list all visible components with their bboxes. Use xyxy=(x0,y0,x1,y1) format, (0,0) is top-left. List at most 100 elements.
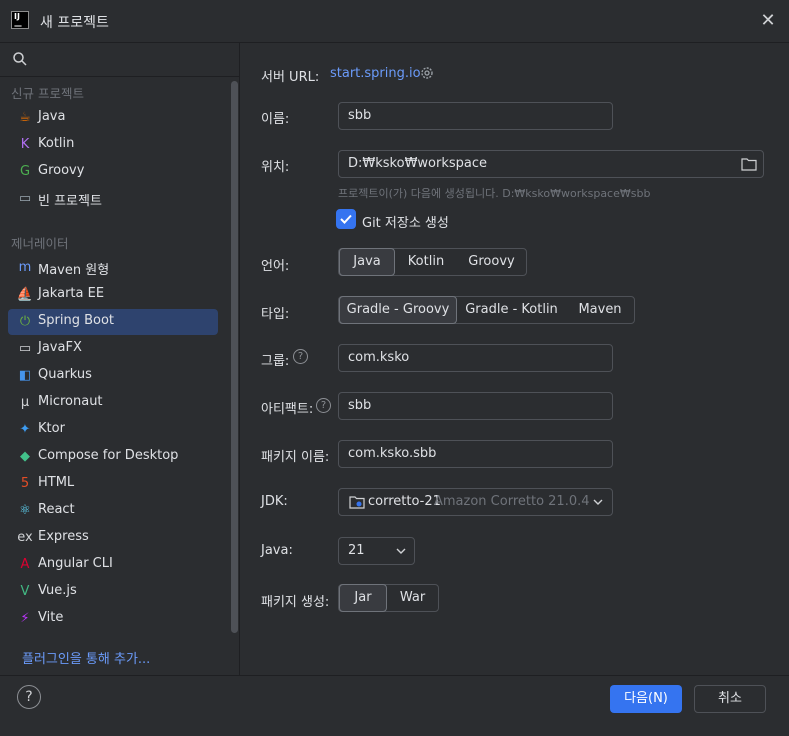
sidebar-item-label: Jakarta EE xyxy=(38,286,105,301)
sidebar-item-vite[interactable]: ⚡ Vite xyxy=(8,606,218,632)
server-url-label: 서버 URL: xyxy=(261,70,320,85)
type-option-maven[interactable]: Maven xyxy=(566,297,634,323)
package-name-value: com.ksko.sbb xyxy=(348,446,437,461)
sidebar-item-express[interactable]: ex Express xyxy=(8,525,218,551)
next-button[interactable]: 다음(N) xyxy=(610,685,682,713)
language-option-java[interactable]: Java xyxy=(339,248,395,276)
sidebar-item-label: Micronaut xyxy=(38,394,103,409)
sidebar-item-react[interactable]: ⚛ React xyxy=(8,498,218,524)
sidebar-scrollbar[interactable] xyxy=(231,81,238,633)
location-value: D:₩ksko₩workspace xyxy=(348,156,488,171)
java-icon: ☕ xyxy=(19,110,31,125)
ktor-icon: ✦ xyxy=(19,422,31,437)
jdk-dropdown[interactable]: corretto-21 Amazon Corretto 21.0.4 xyxy=(338,488,613,516)
sidebar-item-quarkus[interactable]: ◧ Quarkus xyxy=(8,363,218,389)
packaging-option-jar[interactable]: Jar xyxy=(339,584,387,612)
sidebar-search[interactable] xyxy=(0,43,240,77)
kotlin-icon: K xyxy=(20,137,30,152)
react-icon: ⚛ xyxy=(19,503,31,518)
sidebar-item-javafx[interactable]: ▭ JavaFX xyxy=(8,336,218,362)
project-type-sidebar: 신규 프로젝트 ☕ Java K Kotlin G Groovy ▭ 빈 프로젝트 제너레이터… xyxy=(0,43,240,675)
javafx-icon: ▭ xyxy=(18,341,32,356)
java-version-value: 21 xyxy=(348,543,365,558)
jdk-label: JDK: xyxy=(261,494,288,509)
gear-icon[interactable] xyxy=(419,65,435,81)
sidebar-item-kotlin[interactable]: K Kotlin xyxy=(8,132,218,158)
help-button[interactable]: ? xyxy=(17,685,41,709)
sidebar-item-spring-boot[interactable]: ⏻ Spring Boot xyxy=(8,309,218,335)
sidebar-item-label: Vite xyxy=(38,610,64,625)
jdk-value: corretto-21 xyxy=(368,494,441,509)
packaging-option-war[interactable]: War xyxy=(387,585,438,611)
name-label: 이름: xyxy=(261,112,290,127)
java-version-label: Java: xyxy=(261,543,293,558)
artifact-value: sbb xyxy=(348,398,372,413)
sidebar-item-label: React xyxy=(38,502,75,517)
sidebar-item-vue-js[interactable]: V Vue.js xyxy=(8,579,218,605)
jdk-folder-icon xyxy=(349,496,365,509)
vue-icon: V xyxy=(20,584,30,599)
angular-icon: A xyxy=(20,557,30,572)
sidebar-item-jakarta-ee[interactable]: ⛵ Jakarta EE xyxy=(8,282,218,308)
group-value: com.ksko xyxy=(348,350,410,365)
sidebar-item-label: Java xyxy=(38,109,66,124)
name-value: sbb xyxy=(348,108,372,123)
build-type-selector: Gradle - Groovy Gradle - Kotlin Maven xyxy=(338,296,635,324)
title-bar: IJ — 새 프로젝트 ✕ xyxy=(0,0,789,43)
jakarta-icon: ⛵ xyxy=(16,287,34,302)
location-field[interactable]: D:₩ksko₩workspace xyxy=(338,150,764,178)
sidebar-item-[interactable]: ▭ 빈 프로젝트 xyxy=(8,186,218,212)
language-option-groovy[interactable]: Groovy xyxy=(457,249,526,275)
cancel-button[interactable]: 취소 xyxy=(694,685,766,713)
sidebar-item-compose-for-desktop[interactable]: ◆ Compose for Desktop xyxy=(8,444,218,470)
sidebar-item-micronaut[interactable]: μ Micronaut xyxy=(8,390,218,416)
group-help-icon[interactable]: ? xyxy=(293,349,308,364)
intellij-app-icon: IJ — xyxy=(11,11,29,30)
location-hint: 프로젝트이(가) 다음에 생성됩니다. D:₩ksko₩workspace₩sb… xyxy=(338,187,651,200)
sidebar-item-label: Spring Boot xyxy=(38,313,115,328)
express-icon: ex xyxy=(17,530,33,545)
sidebar-item-html[interactable]: 5 HTML xyxy=(8,471,218,497)
chevron-down-icon xyxy=(593,499,603,505)
html-icon: 5 xyxy=(20,476,30,491)
sidebar-item-label: Maven 원형 xyxy=(38,263,110,278)
type-option-gradle-groovy[interactable]: Gradle - Groovy xyxy=(339,296,457,324)
chevron-down-icon xyxy=(396,548,406,554)
sidebar-item-java[interactable]: ☕ Java xyxy=(8,105,218,131)
artifact-label: 아티팩트: xyxy=(261,402,314,417)
dialog-footer: ? 다음(N) 취소 xyxy=(0,675,789,736)
java-version-dropdown[interactable]: 21 xyxy=(338,537,415,565)
maven-icon: m xyxy=(18,260,32,275)
type-option-gradle-kotlin[interactable]: Gradle - Kotlin xyxy=(457,297,566,323)
add-via-plugins-link[interactable]: 플러그인을 통해 추가... xyxy=(22,648,150,667)
name-field[interactable]: sbb xyxy=(338,102,613,130)
sidebar-item-angular-cli[interactable]: A Angular CLI xyxy=(8,552,218,578)
sidebar-item-label: Quarkus xyxy=(38,367,92,382)
server-url-link[interactable]: start.spring.io xyxy=(330,66,421,81)
groovy-icon: G xyxy=(19,164,31,179)
git-checkbox[interactable] xyxy=(336,209,356,229)
sidebar-item-label: Ktor xyxy=(38,421,65,436)
micronaut-icon: μ xyxy=(20,395,30,410)
sidebar-item-label: HTML xyxy=(38,475,75,490)
artifact-field[interactable]: sbb xyxy=(338,392,613,420)
spring-icon: ⏻ xyxy=(19,314,31,329)
sidebar-item-label: Compose for Desktop xyxy=(38,448,179,463)
dialog-title: 새 프로젝트 xyxy=(40,15,109,31)
sidebar-item-label: Vue.js xyxy=(38,583,77,598)
sidebar-item-ktor[interactable]: ✦ Ktor xyxy=(8,417,218,443)
sidebar-item-groovy[interactable]: G Groovy xyxy=(8,159,218,185)
sidebar-item-label: Angular CLI xyxy=(38,556,113,571)
sidebar-item-maven[interactable]: m Maven 원형 xyxy=(8,255,218,281)
folder-icon[interactable] xyxy=(741,157,757,171)
language-option-kotlin[interactable]: Kotlin xyxy=(395,249,457,275)
vite-icon: ⚡ xyxy=(20,611,30,626)
close-icon[interactable]: ✕ xyxy=(758,10,778,32)
group-field[interactable]: com.ksko xyxy=(338,344,613,372)
group-label: 그룹: xyxy=(261,354,290,369)
git-checkbox-label: Git 저장소 생성 xyxy=(362,216,449,231)
artifact-help-icon[interactable]: ? xyxy=(316,398,331,413)
package-name-field[interactable]: com.ksko.sbb xyxy=(338,440,613,468)
sidebar-item-label: JavaFX xyxy=(38,340,82,355)
search-icon[interactable] xyxy=(12,51,28,67)
